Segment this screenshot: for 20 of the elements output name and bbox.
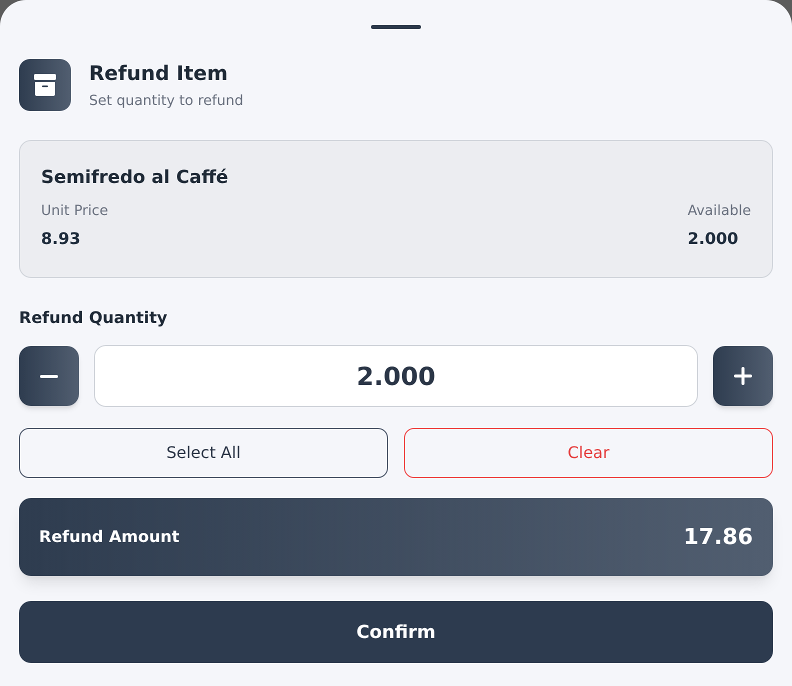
drag-handle[interactable] xyxy=(371,25,421,29)
field-label: Unit Price xyxy=(41,202,108,221)
refund-amount-value: 17.86 xyxy=(683,524,753,552)
sheet-subtitle: Set quantity to refund xyxy=(89,92,244,111)
sheet-title: Refund Item xyxy=(89,60,229,87)
quantity-input[interactable]: 2.000 xyxy=(94,345,698,407)
minus-icon xyxy=(40,374,58,378)
refund-amount-label: Refund Amount xyxy=(39,526,180,548)
increase-button[interactable] xyxy=(713,346,773,406)
item-name: Semifredo al Caffé xyxy=(41,166,228,190)
quantity-label: Refund Quantity xyxy=(19,307,168,329)
field-value: 8.93 xyxy=(41,228,80,250)
field-label: Available xyxy=(688,202,751,221)
plus-icon xyxy=(734,367,752,385)
select-all-button[interactable]: Select All xyxy=(19,428,388,478)
confirm-button[interactable]: Confirm xyxy=(19,601,773,663)
decrease-button[interactable] xyxy=(19,346,79,406)
field-value: 2.000 xyxy=(688,228,738,250)
archive-box-icon xyxy=(19,59,71,111)
clear-button[interactable]: Clear xyxy=(404,428,773,478)
